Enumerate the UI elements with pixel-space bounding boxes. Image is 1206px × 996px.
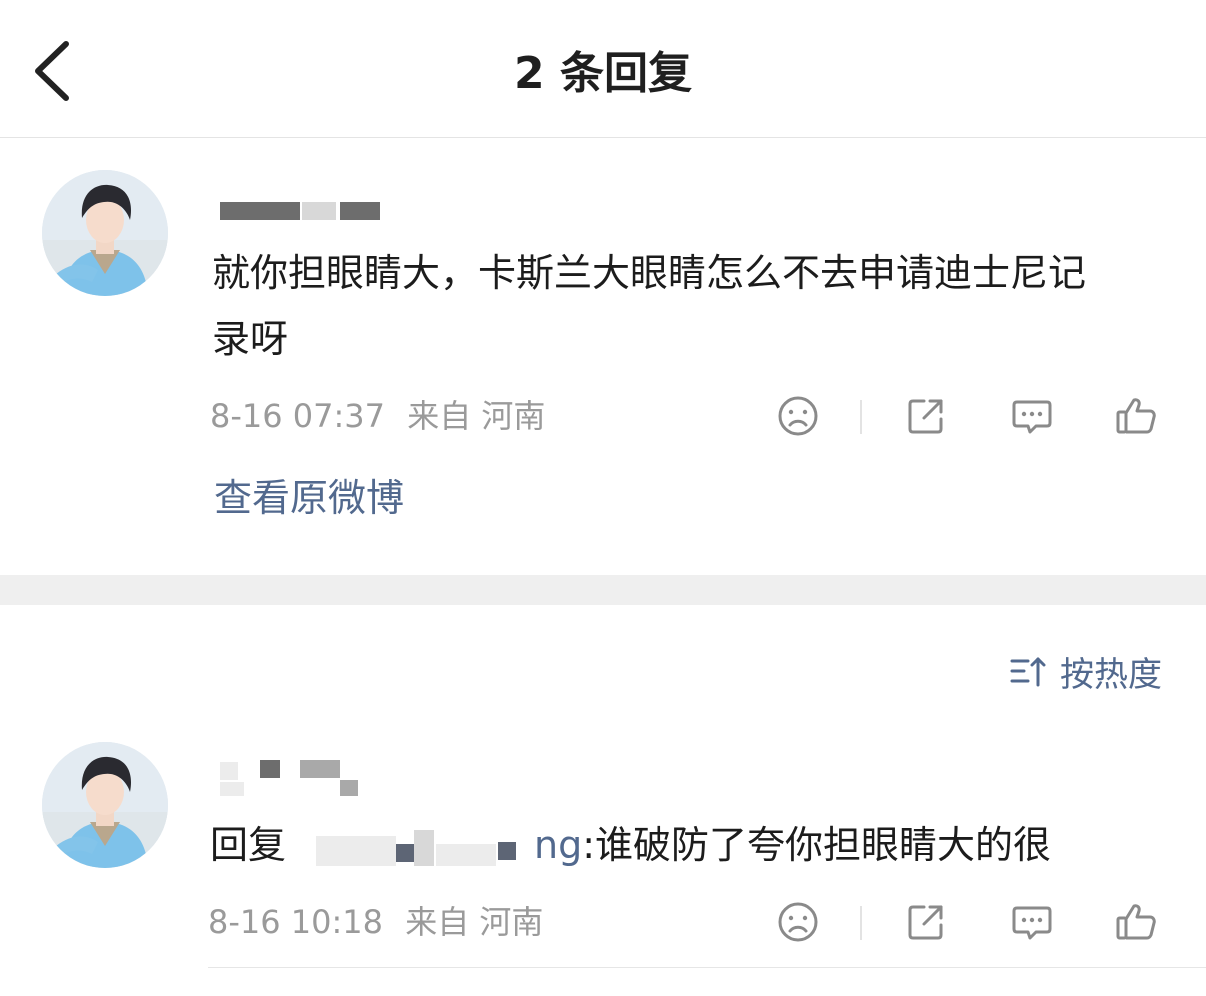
bottom-divider	[208, 967, 1206, 968]
sad-face-icon	[778, 396, 818, 436]
like-button[interactable]	[1112, 392, 1160, 440]
page-title: 2 条回复	[514, 48, 692, 99]
username-masked[interactable]	[220, 760, 370, 800]
avatar-image	[42, 742, 168, 868]
like-button[interactable]	[1112, 898, 1160, 946]
avatar-image	[42, 170, 168, 296]
action-divider	[860, 400, 862, 434]
username-masked[interactable]	[220, 200, 390, 240]
location: 来自 河南	[407, 397, 546, 435]
sort-button[interactable]: 按热度	[1008, 646, 1162, 696]
reply-target-mask[interactable]	[286, 828, 534, 868]
dislike-button[interactable]	[774, 898, 822, 946]
main-comment: 就你担眼睛大，卡斯兰大眼睛怎么不去申请迪士尼记录呀 8-16 07:37 来自 …	[0, 138, 1206, 574]
share-icon	[908, 905, 943, 940]
view-original-link[interactable]: 查看原微博	[214, 472, 404, 524]
reply-text: :谁破防了夸你担眼睛大的很	[582, 823, 1052, 867]
avatar[interactable]	[42, 170, 168, 296]
reply-meta: 8-16 10:18 来自 河南	[208, 902, 555, 942]
top-bar: 2 条回复	[0, 0, 1206, 138]
comment-icon	[1012, 906, 1052, 940]
action-divider	[860, 906, 862, 940]
share-icon	[908, 399, 943, 434]
location: 来自 河南	[405, 903, 544, 941]
section-separator	[0, 575, 1206, 605]
reply-prefix: 回复	[210, 823, 287, 867]
comment-button[interactable]	[1008, 392, 1056, 440]
sad-face-icon	[778, 902, 818, 942]
share-button[interactable]	[902, 898, 950, 946]
timestamp: 8-16 07:37	[210, 397, 386, 435]
timestamp: 8-16 10:18	[208, 903, 384, 941]
reply-comment: 回复 ng:谁破防了夸你担眼睛大的很 8-16 10:18 来自 河南	[0, 720, 1206, 970]
avatar[interactable]	[42, 742, 168, 868]
comment-icon	[1012, 400, 1052, 434]
share-button[interactable]	[902, 392, 950, 440]
dislike-button[interactable]	[774, 392, 822, 440]
thumbs-up-icon	[1116, 904, 1156, 940]
reply-text-line: 回复 ng:谁破防了夸你担眼睛大的很	[210, 812, 1190, 878]
comment-button[interactable]	[1008, 898, 1056, 946]
reply-target-fragment: ng	[534, 823, 583, 867]
sort-icon	[1010, 657, 1046, 687]
comment-meta: 8-16 07:37 来自 河南	[210, 396, 557, 436]
sort-label: 按热度	[1060, 654, 1162, 695]
comment-text: 就你担眼睛大，卡斯兰大眼睛怎么不去申请迪士尼记录呀	[212, 251, 1087, 361]
thumbs-up-icon	[1116, 398, 1156, 434]
